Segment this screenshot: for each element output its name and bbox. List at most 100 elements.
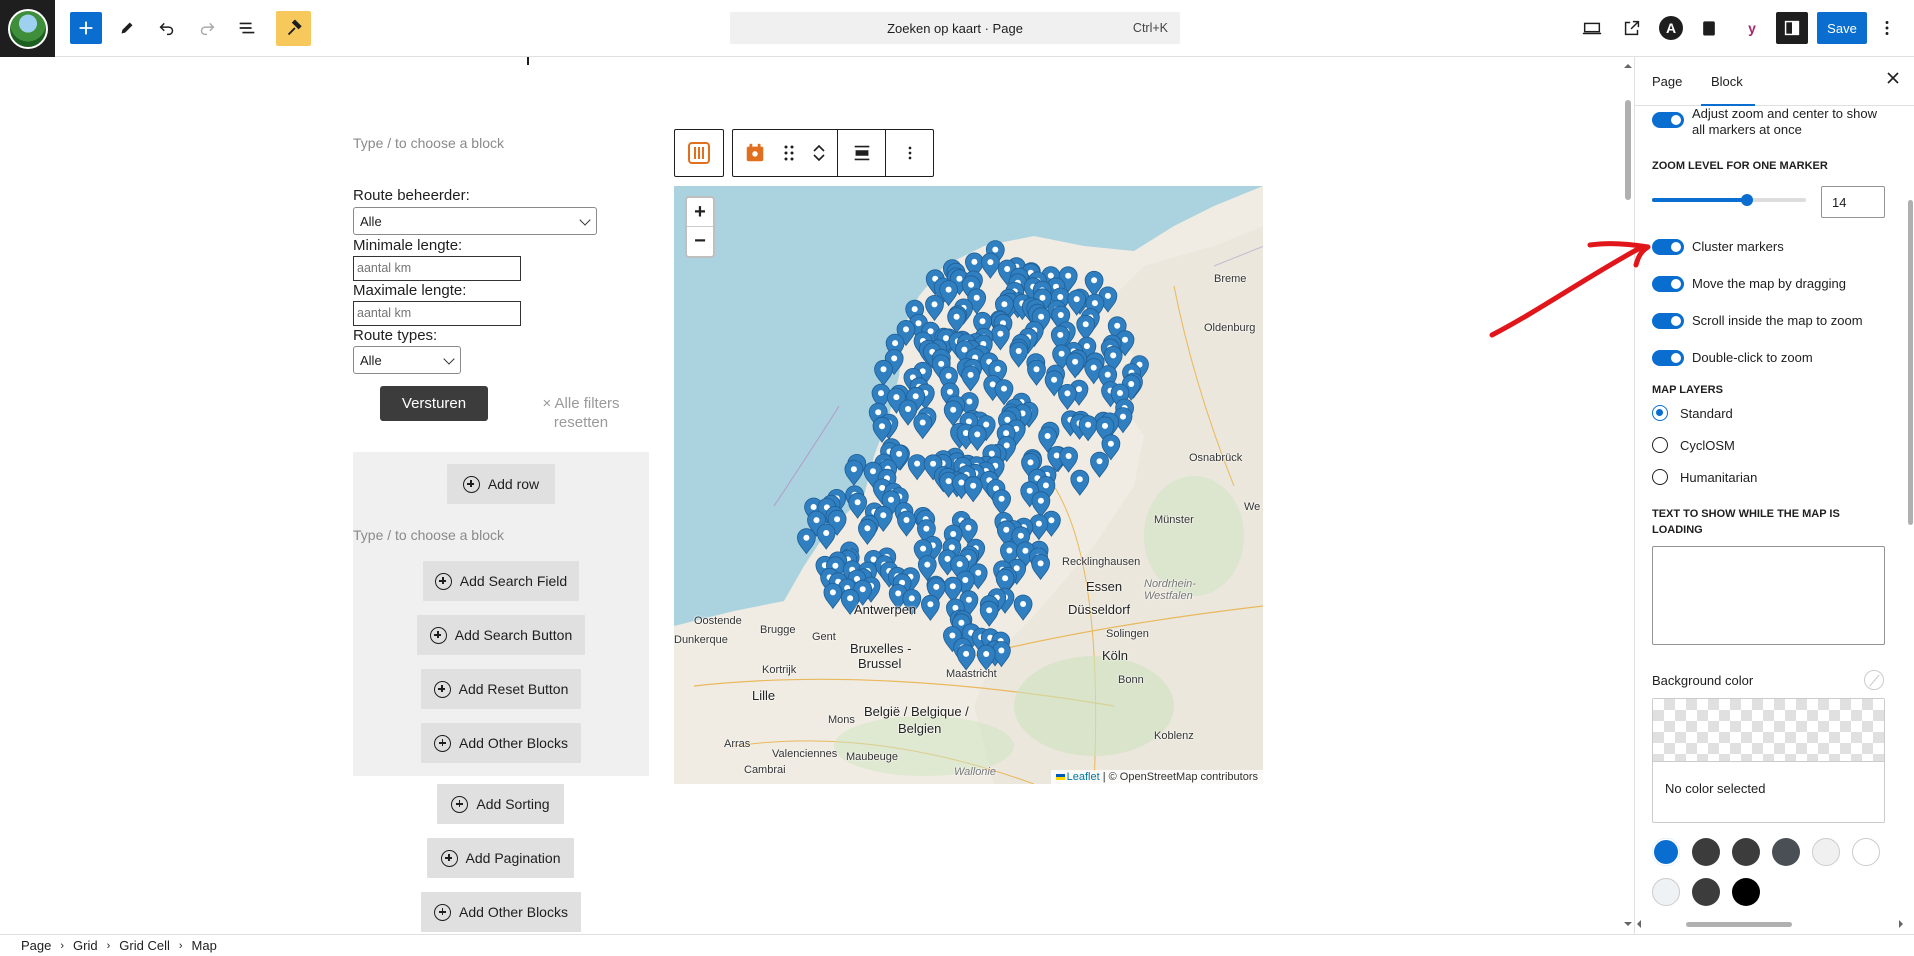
plugin-b-icon[interactable] <box>1697 16 1721 40</box>
cluster-markers-toggle[interactable] <box>1652 239 1684 255</box>
canvas-scrollbar[interactable] <box>1622 60 1634 930</box>
color-swatch[interactable] <box>1652 878 1680 906</box>
map-label-cambrai: Cambrai <box>744 764 786 776</box>
drag-handle[interactable] <box>777 130 801 176</box>
add-sorting-button[interactable]: Add Sorting <box>437 784 564 824</box>
leaflet-link[interactable]: Leaflet <box>1067 771 1100 783</box>
breadcrumb-grid[interactable]: Grid <box>73 938 98 953</box>
move-buttons[interactable] <box>801 130 837 176</box>
submit-button[interactable]: Versturen <box>380 386 488 421</box>
close-sidebar-button[interactable] <box>1885 69 1901 92</box>
color-swatch[interactable] <box>1652 838 1680 866</box>
view-page-button[interactable] <box>1616 12 1648 44</box>
chevron-down-icon[interactable] <box>812 153 826 163</box>
zoom-out-button[interactable]: − <box>687 227 713 256</box>
max-length-input[interactable]: aantal km <box>353 301 521 326</box>
align-button[interactable] <box>837 130 885 176</box>
reset-filters-link[interactable]: × Alle filters resetten <box>538 394 624 432</box>
add-reset-button-button[interactable]: Add Reset Button <box>421 669 581 709</box>
redo-button[interactable] <box>191 12 223 44</box>
add-row-button[interactable]: Add row <box>447 464 555 504</box>
color-swatch[interactable] <box>1852 838 1880 866</box>
tab-block[interactable]: Block <box>1701 74 1755 106</box>
add-pagination-label: Add Pagination <box>465 850 561 866</box>
add-pagination-button[interactable]: Add Pagination <box>427 838 574 878</box>
scroll-left-icon[interactable] <box>1634 918 1644 930</box>
zoom-level-input[interactable]: 14 <box>1821 186 1885 218</box>
map-view[interactable]: Breme Oldenburg Osnabrück Münster We Rec… <box>674 186 1263 784</box>
add-other-blocks-button-2[interactable]: Add Other Blocks <box>421 892 581 932</box>
options-menu-button[interactable] <box>1875 12 1899 44</box>
map-label-bremen: Breme <box>1214 273 1247 285</box>
color-preview[interactable]: No color selected <box>1652 698 1885 823</box>
chevron-right-icon: › <box>178 939 183 952</box>
loading-text-heading: Text to show while the map is loading <box>1652 508 1840 536</box>
block-type-button[interactable] <box>733 130 777 176</box>
document-overview-button[interactable] <box>231 12 263 44</box>
block-placeholder[interactable]: Type / to choose a block <box>353 527 504 543</box>
min-length-input[interactable]: aantal km <box>353 256 521 281</box>
chevron-right-icon: › <box>106 939 111 952</box>
yoast-icon[interactable]: y <box>1740 16 1764 40</box>
scroll-zoom-toggle[interactable] <box>1652 313 1684 329</box>
settings-sidebar-button[interactable] <box>1776 12 1808 44</box>
loading-text-input[interactable] <box>1652 546 1885 645</box>
layer-standard-radio[interactable] <box>1652 405 1668 421</box>
parent-block-button[interactable] <box>675 130 723 176</box>
zoom-slider[interactable] <box>1652 194 1806 206</box>
breadcrumb-page[interactable]: Page <box>21 938 51 953</box>
sidebar-scroll-thumb[interactable] <box>1908 200 1913 525</box>
undo-icon <box>159 22 174 36</box>
tools-button[interactable] <box>276 11 311 46</box>
add-circle-icon <box>434 572 452 590</box>
command-palette[interactable]: Zoeken op kaart · Page Ctrl+K <box>730 12 1180 44</box>
zoom-slider-thumb[interactable] <box>1741 194 1754 206</box>
chevron-up-icon[interactable] <box>812 143 826 153</box>
close-icon <box>1887 72 1899 84</box>
preview-device-button[interactable] <box>1576 12 1608 44</box>
clear-color-icon[interactable] <box>1864 670 1884 690</box>
route-types-select[interactable]: Alle <box>353 346 461 374</box>
double-click-zoom-toggle[interactable] <box>1652 350 1684 366</box>
sidebar-horizontal-scrollbar[interactable] <box>1634 918 1906 930</box>
sidebar-scrollbar[interactable] <box>1907 60 1914 930</box>
scroll-right-icon[interactable] <box>1896 918 1906 930</box>
canvas-scroll-thumb[interactable] <box>1625 100 1631 200</box>
color-swatch[interactable] <box>1812 838 1840 866</box>
plugin-a-icon[interactable]: A <box>1659 16 1683 40</box>
color-swatch[interactable] <box>1732 838 1760 866</box>
drag-map-toggle[interactable] <box>1652 276 1684 292</box>
save-button[interactable]: Save <box>1817 12 1867 44</box>
map-label-belgie: België / Belgique / <box>864 704 969 719</box>
route-beheerder-select[interactable]: Alle <box>353 207 597 235</box>
zoom-in-button[interactable]: + <box>687 198 713 227</box>
color-swatch[interactable] <box>1692 838 1720 866</box>
route-beheerder-label: Route beheerder: <box>353 187 470 204</box>
block-switcher-group <box>674 129 724 177</box>
breadcrumb-map[interactable]: Map <box>192 938 217 953</box>
color-swatch[interactable] <box>1692 878 1720 906</box>
add-circle-icon <box>433 680 451 698</box>
undo-button[interactable] <box>151 12 183 44</box>
tab-page[interactable]: Page <box>1652 74 1682 89</box>
edit-tool-button[interactable] <box>111 12 143 44</box>
color-swatch[interactable] <box>1772 838 1800 866</box>
add-block-button[interactable] <box>70 12 102 44</box>
editor-window: Zoeken op kaart · Page Ctrl+K A y Save T… <box>0 0 1914 956</box>
add-search-field-button[interactable]: Add Search Field <box>423 561 579 601</box>
add-search-button-button[interactable]: Add Search Button <box>417 615 585 655</box>
scroll-up-icon[interactable] <box>1622 60 1634 72</box>
breadcrumb-grid-cell[interactable]: Grid Cell <box>119 938 170 953</box>
block-options-button[interactable] <box>885 130 933 176</box>
layer-cyclosm-radio[interactable] <box>1652 437 1668 453</box>
layer-humanitarian-radio[interactable] <box>1652 469 1668 485</box>
map-label-mons: Mons <box>828 714 855 726</box>
color-swatch[interactable] <box>1732 878 1760 906</box>
add-other-blocks-button[interactable]: Add Other Blocks <box>421 723 581 763</box>
map-label-essen: Essen <box>1086 579 1123 594</box>
block-placeholder[interactable]: Type / to choose a block <box>353 135 504 151</box>
horizontal-scroll-thumb[interactable] <box>1686 922 1792 927</box>
fit-markers-toggle[interactable] <box>1652 112 1684 128</box>
site-logo[interactable] <box>0 0 55 57</box>
scroll-down-icon[interactable] <box>1622 918 1634 930</box>
